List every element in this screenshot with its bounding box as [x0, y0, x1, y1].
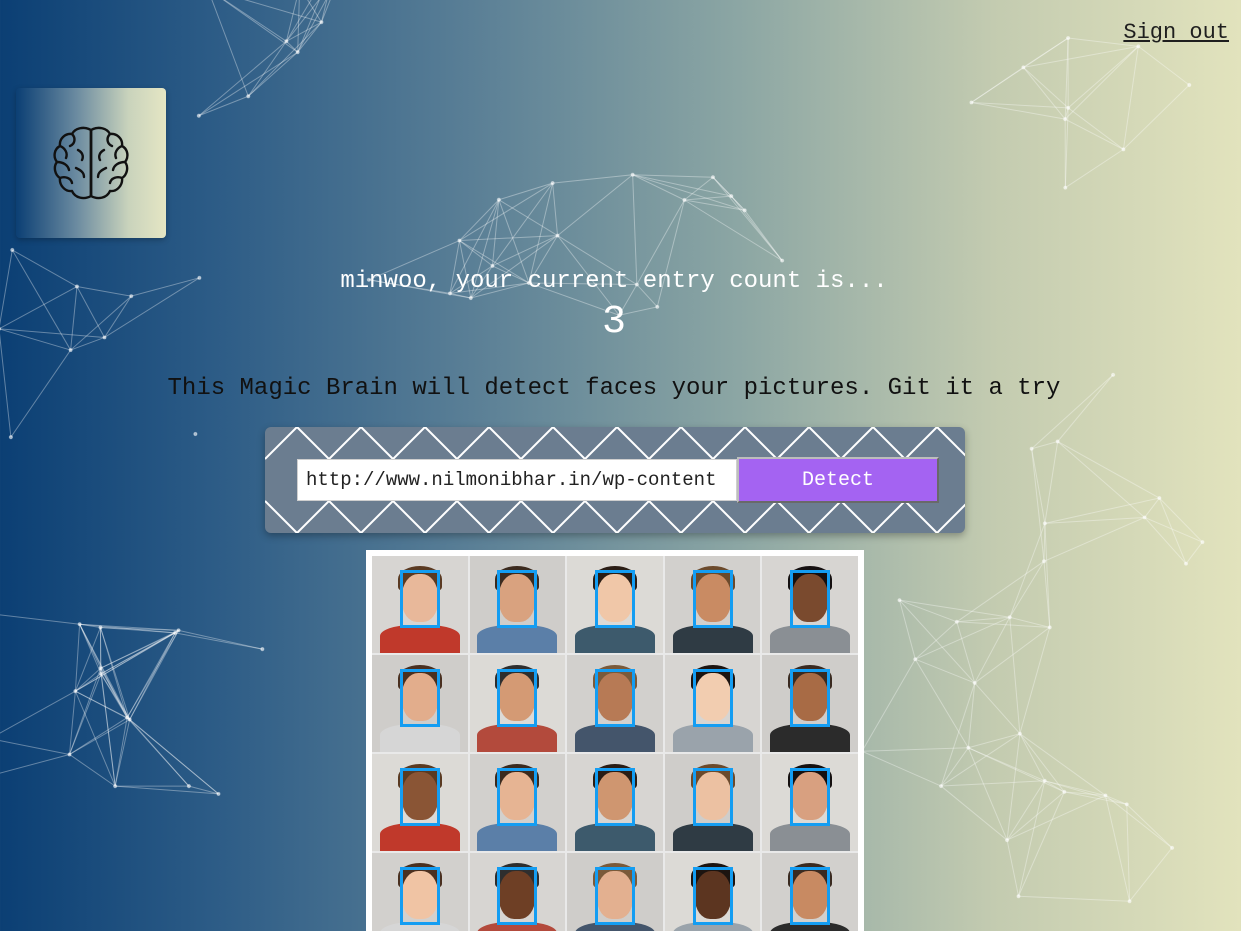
portrait-shirt	[672, 625, 753, 653]
face-bounding-box	[594, 669, 635, 727]
portrait-tile	[567, 853, 663, 931]
portrait-tile	[469, 556, 566, 653]
portrait-tile	[762, 655, 858, 752]
portrait-shirt	[477, 823, 558, 851]
face-bounding-box	[399, 768, 440, 826]
portrait-tile	[567, 754, 663, 851]
portrait-tile	[762, 556, 858, 653]
brain-icon	[53, 126, 129, 200]
portrait-shirt	[672, 823, 753, 851]
face-bounding-box	[692, 867, 733, 925]
entry-count-value: 3	[601, 300, 626, 345]
face-bounding-box	[790, 867, 831, 925]
portrait-tile	[664, 556, 761, 653]
portrait-tile	[469, 655, 566, 752]
face-bounding-box	[790, 768, 831, 826]
portrait-shirt	[574, 625, 655, 653]
portrait-tile	[762, 853, 858, 931]
face-bounding-box	[692, 669, 733, 727]
face-bounding-box	[594, 867, 635, 925]
face-bounding-box	[790, 669, 831, 727]
portrait-shirt	[574, 823, 655, 851]
portrait-shirt	[672, 724, 753, 752]
portrait-shirt	[379, 724, 460, 752]
face-bounding-box	[399, 570, 440, 628]
face-bounding-box	[497, 768, 538, 826]
image-url-input[interactable]	[297, 459, 737, 501]
portrait-shirt	[379, 823, 460, 851]
portrait-tile	[664, 853, 761, 931]
portrait-shirt	[770, 724, 851, 752]
faces-photo	[372, 556, 858, 931]
portrait-tile	[469, 754, 566, 851]
entry-count-message: minwoo, your current entry count is...	[340, 268, 888, 295]
face-bounding-box	[692, 768, 733, 826]
portrait-tile	[469, 853, 566, 931]
detect-button[interactable]: Detect	[737, 457, 939, 503]
face-bounding-box	[594, 570, 635, 628]
portrait-tile	[372, 754, 468, 851]
logo[interactable]	[16, 88, 166, 238]
intro-tagline: This Magic Brain will detect faces your …	[167, 375, 1061, 402]
face-bounding-box	[497, 669, 538, 727]
portrait-tile	[372, 556, 468, 653]
portrait-shirt	[477, 625, 558, 653]
face-bounding-box	[399, 669, 440, 727]
portrait-tile	[664, 655, 761, 752]
detected-image	[366, 550, 864, 931]
face-bounding-box	[790, 570, 831, 628]
portrait-tile	[567, 655, 663, 752]
portrait-tile	[372, 655, 468, 752]
portrait-shirt	[770, 625, 851, 653]
face-bounding-box	[497, 570, 538, 628]
face-bounding-box	[692, 570, 733, 628]
sign-out-link[interactable]: Sign out	[1123, 20, 1229, 45]
portrait-shirt	[477, 724, 558, 752]
portrait-shirt	[574, 724, 655, 752]
portrait-shirt	[770, 823, 851, 851]
face-bounding-box	[399, 867, 440, 925]
face-bounding-box	[594, 768, 635, 826]
portrait-shirt	[379, 625, 460, 653]
portrait-tile	[372, 853, 468, 931]
face-bounding-box	[497, 867, 538, 925]
portrait-tile	[762, 754, 858, 851]
image-link-form: Detect	[265, 427, 965, 533]
portrait-tile	[567, 556, 663, 653]
portrait-tile	[664, 754, 761, 851]
